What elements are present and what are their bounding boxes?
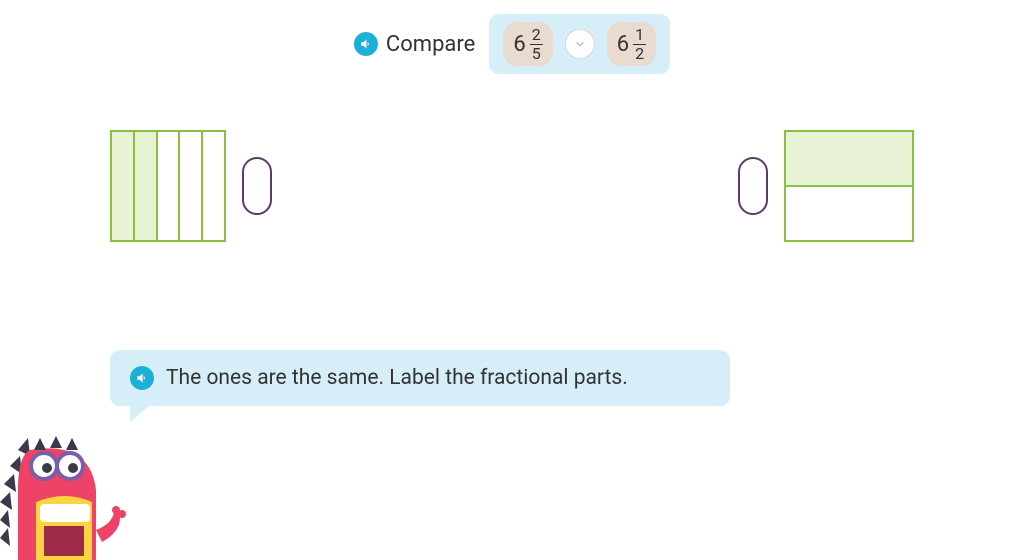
fraction-model-left	[110, 130, 272, 242]
compare-left: Compare	[354, 32, 475, 57]
bar-cell[interactable]	[180, 132, 203, 240]
instruction-text: The ones are the same. Label the fractio…	[166, 366, 628, 390]
mixed-number-left: 6 2 5	[503, 22, 552, 66]
fraction-model-right	[738, 130, 914, 242]
audio-icon[interactable]	[130, 366, 154, 390]
compare-label: Compare	[386, 32, 475, 57]
bar-cell[interactable]	[112, 132, 135, 240]
chevron-down-icon	[573, 37, 587, 51]
mascot	[0, 420, 130, 560]
fraction-bar-right	[784, 130, 914, 242]
fraction-right: 1 2	[633, 26, 646, 62]
fraction-left: 2 5	[530, 26, 543, 62]
compare-header: Compare 6 2 5 6 1 2	[354, 14, 670, 74]
bar-cell[interactable]	[786, 132, 912, 187]
speech-tail	[130, 400, 156, 422]
audio-icon[interactable]	[354, 32, 378, 56]
mixed-number-right: 6 1 2	[607, 22, 656, 66]
whole-right: 6	[617, 32, 629, 57]
stage: Compare 6 2 5 6 1 2	[0, 0, 1024, 560]
instruction-bubble: The ones are the same. Label the fractio…	[110, 350, 730, 406]
compare-box: 6 2 5 6 1 2	[489, 14, 670, 74]
bar-cell[interactable]	[135, 132, 158, 240]
whole-left: 6	[513, 32, 525, 57]
fraction-bar-left	[110, 130, 226, 242]
bar-cell[interactable]	[786, 187, 912, 240]
label-input-left[interactable]	[242, 157, 272, 215]
bar-cell[interactable]	[158, 132, 181, 240]
label-input-right[interactable]	[738, 157, 768, 215]
compare-selector[interactable]	[565, 29, 595, 59]
bar-cell[interactable]	[203, 132, 224, 240]
